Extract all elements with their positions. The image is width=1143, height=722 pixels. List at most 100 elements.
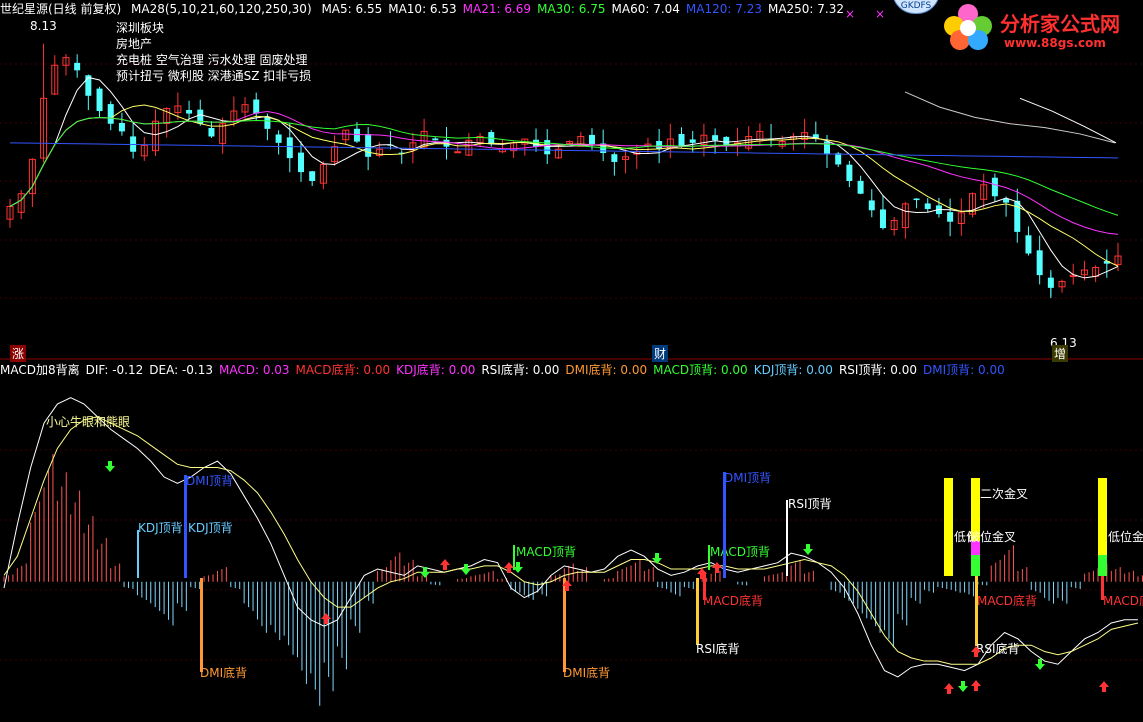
candle-body-down	[1025, 235, 1032, 254]
price-high-marker: 8.13	[30, 19, 57, 33]
macd-bottom-label-2: MACD底背	[977, 593, 1037, 608]
indicator-value-7: DMI底背: 0.00	[565, 363, 648, 377]
macd-bottom-label-3: MACD底背	[1103, 593, 1143, 608]
candle-body-down	[846, 164, 853, 181]
ma-value-4: MA60: 7.04	[611, 2, 680, 16]
dmi-top-bar	[184, 475, 187, 578]
ma-group-label: MA28(5,10,21,60,120,250,30)	[131, 2, 312, 16]
candle-body-down	[991, 177, 998, 197]
low-golden-green-bar-2	[1098, 555, 1107, 576]
candle-body-down	[353, 128, 360, 142]
low-golden-label-2: 低位金	[1108, 529, 1143, 544]
rsi-bottom-label: RSI底背	[696, 641, 740, 656]
candle-body-down	[107, 104, 114, 124]
date-marker-mid: 财	[652, 345, 669, 362]
buy-arrow-icon	[944, 683, 954, 694]
kdj-top-label: KDJ顶背	[138, 521, 183, 535]
macd-top-label: MACD顶背	[516, 545, 576, 559]
low-golden-bar	[944, 478, 953, 576]
sell-arrow-icon	[958, 681, 968, 692]
candle-body-down	[723, 136, 730, 146]
stock-title: 世纪星源(日线 前复权)	[0, 2, 122, 16]
indicator-header: MACD加8背离 DIF: -0.12 DEA: -0.13 MACD: 0.03 MA…	[0, 362, 1011, 378]
buy-arrow-icon	[1099, 681, 1109, 692]
break-golden-label: 破位金叉	[968, 529, 1016, 544]
candle-body-down	[611, 154, 618, 162]
dmi-bottom-label-2: DMI底背	[563, 665, 610, 680]
indicator-value-8: MACD顶背: 0.00	[653, 363, 748, 377]
indicator-value-11: DMI顶背: 0.00	[923, 363, 1005, 377]
candle-body-down	[74, 62, 81, 71]
dmi-top-bar-2	[723, 472, 726, 578]
sell-arrow-icon	[105, 461, 115, 472]
indicator-value-2: DEA: -0.13	[149, 363, 213, 377]
kdj-top-label-2: KDJ顶背	[188, 521, 233, 535]
info-line-sector: 深圳板块	[116, 21, 165, 35]
info-line-concepts: 充电桩 空气治理 污水处理 固废处理	[116, 53, 308, 67]
candle-body-down	[857, 180, 864, 194]
indicator-value-0: MACD加8背离	[0, 363, 80, 377]
sell-arrow-icon	[461, 564, 471, 575]
indicator-value-5: KDJ底背: 0.00	[396, 363, 476, 377]
candle-body-down	[588, 134, 595, 145]
ma-value-1: MA10: 6.53	[388, 2, 457, 16]
rsi-top-bar	[786, 500, 788, 576]
macd-top-bar	[513, 545, 515, 570]
rsi-bottom-bar	[696, 578, 699, 645]
ma-value-3: MA30: 6.75	[537, 2, 606, 16]
info-line-tags: 预计扭亏 微利股 深港通SZ 扣非亏损	[116, 69, 312, 83]
ma-value-6: MA250: 7.32	[767, 2, 845, 16]
rsi-bottom-bar-2	[975, 576, 978, 646]
buy-arrow-icon	[504, 562, 514, 573]
rsi-top-label: RSI顶背	[788, 497, 832, 511]
dmi-bottom-bar	[200, 578, 203, 672]
candle-body-down	[879, 209, 886, 229]
candle-body-down	[1036, 250, 1043, 276]
indicator-value-3: MACD: 0.03	[219, 363, 290, 377]
ma5-line	[9, 76, 1119, 279]
candle-body-up	[454, 151, 462, 154]
candle-body-down	[712, 135, 719, 141]
logo-title: 分析家公式网	[1000, 12, 1120, 36]
dmi-top-label: DMI顶背	[186, 474, 233, 488]
ma-values: MA5: 6.55 MA10: 6.53 MA21: 6.69 MA30: 6.75 M…	[321, 2, 850, 16]
buy-arrow-icon	[321, 613, 331, 624]
candle-body-down	[868, 200, 875, 211]
candle-body-down	[264, 117, 271, 129]
warning-label: 小心牛眼和熊眼	[46, 414, 130, 429]
low-golden-bar-2	[1098, 478, 1107, 555]
info-line-industry: 房地产	[116, 37, 153, 51]
candle-body-down	[678, 133, 685, 147]
close-marker-icon: ×	[875, 7, 885, 21]
ma-value-5: MA120: 7.23	[685, 2, 762, 16]
indicator-value-1: DIF: -0.12	[85, 363, 144, 377]
date-marker-left: 涨	[10, 345, 27, 362]
rsi-bottom-label-2: RSI底背	[976, 641, 1020, 656]
kdj-top-bar	[137, 530, 139, 578]
indicator-value-4: MACD底背: 0.00	[295, 363, 391, 377]
candle-body-down	[432, 138, 439, 141]
candle-body-down	[309, 171, 316, 181]
golden-green-bar	[971, 555, 980, 576]
dmi-top-label-2: DMI顶背	[724, 471, 771, 485]
ma-value-2: MA21: 6.69	[462, 2, 532, 16]
candle-body-down	[286, 137, 293, 159]
candle-body-down	[1003, 198, 1010, 203]
candle-body-down	[924, 203, 931, 209]
candle-body-down	[186, 109, 193, 114]
sell-arrow-icon	[652, 553, 662, 564]
buy-arrow-icon	[971, 680, 981, 691]
candle-body-down	[208, 127, 215, 137]
candle-body-down	[297, 152, 304, 173]
sell-arrow-icon	[803, 544, 813, 555]
stock-chart[interactable]: 小心牛眼和熊眼 DMI顶背 KDJ顶背 KDJ顶背 DMI底背 DMI底背 MACD顶背 MA…	[0, 0, 1143, 722]
flower-logo-icon	[944, 4, 992, 50]
candle-body-down	[835, 153, 842, 165]
candle-body-down	[96, 88, 103, 112]
logo-url: www.88gs.com	[1004, 36, 1106, 50]
stock-info-panel: 深圳板块 房地产 充电桩 空气治理 污水处理 固废处理 预计扭亏 微利股 深港通…	[116, 20, 311, 84]
candle-body-down	[275, 134, 282, 143]
dmi-bottom-bar-2	[563, 578, 566, 672]
ma10-line	[9, 104, 1119, 267]
dmi-bottom-label: DMI底背	[200, 665, 247, 680]
